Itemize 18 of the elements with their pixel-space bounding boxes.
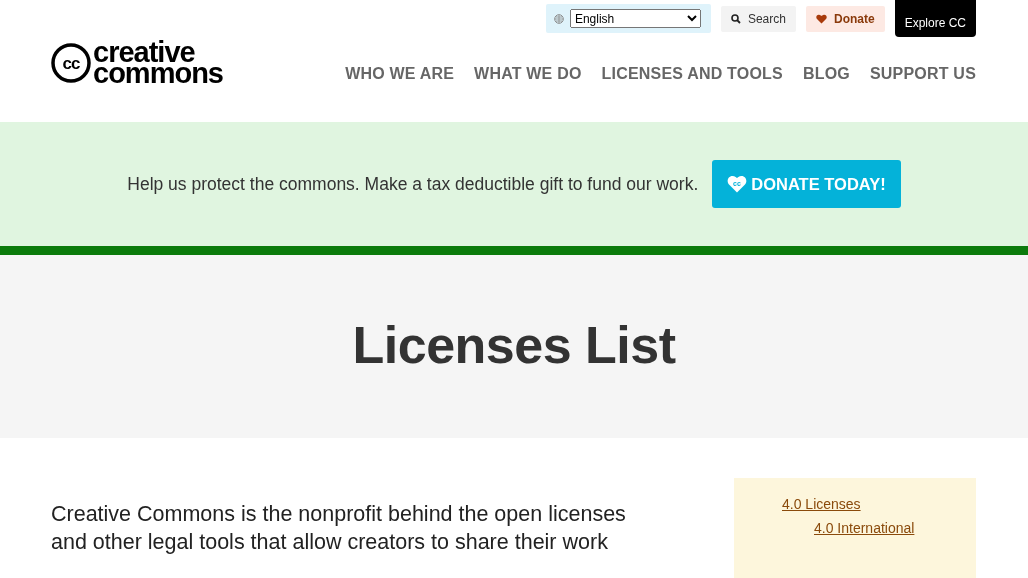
language-select[interactable]: English (569, 9, 701, 28)
cc-logo-icon: cc (51, 43, 91, 83)
explore-cc-button[interactable]: Explore CC (894, 0, 976, 37)
toc-link[interactable]: 4.0 International (814, 520, 976, 536)
search-icon (730, 13, 741, 24)
intro-paragraph: Creative Commons is the nonprofit behind the open licenses and other legal tools that allow creators to share their work (51, 501, 627, 556)
search-button[interactable]: Search (720, 5, 796, 32)
nav-link[interactable]: SUPPORT US (870, 65, 976, 83)
toc-link[interactable]: 4.0 Licenses (782, 496, 976, 512)
banner-text: Help us protect the commons. Make a tax deductible gift to fund our work. (127, 173, 699, 195)
donate-button[interactable]: Donate (805, 5, 885, 32)
logo-wordmark[interactable]: creative commons (93, 42, 223, 84)
heart-icon (815, 13, 827, 24)
nav-link[interactable]: WHO WE ARE (345, 65, 455, 83)
nav-link[interactable]: LICENSES AND TOOLS (601, 65, 783, 83)
page-title: Licenses List (352, 314, 676, 375)
nav-link[interactable]: BLOG (802, 65, 850, 83)
nav-link[interactable]: WHAT WE DO (474, 65, 582, 83)
